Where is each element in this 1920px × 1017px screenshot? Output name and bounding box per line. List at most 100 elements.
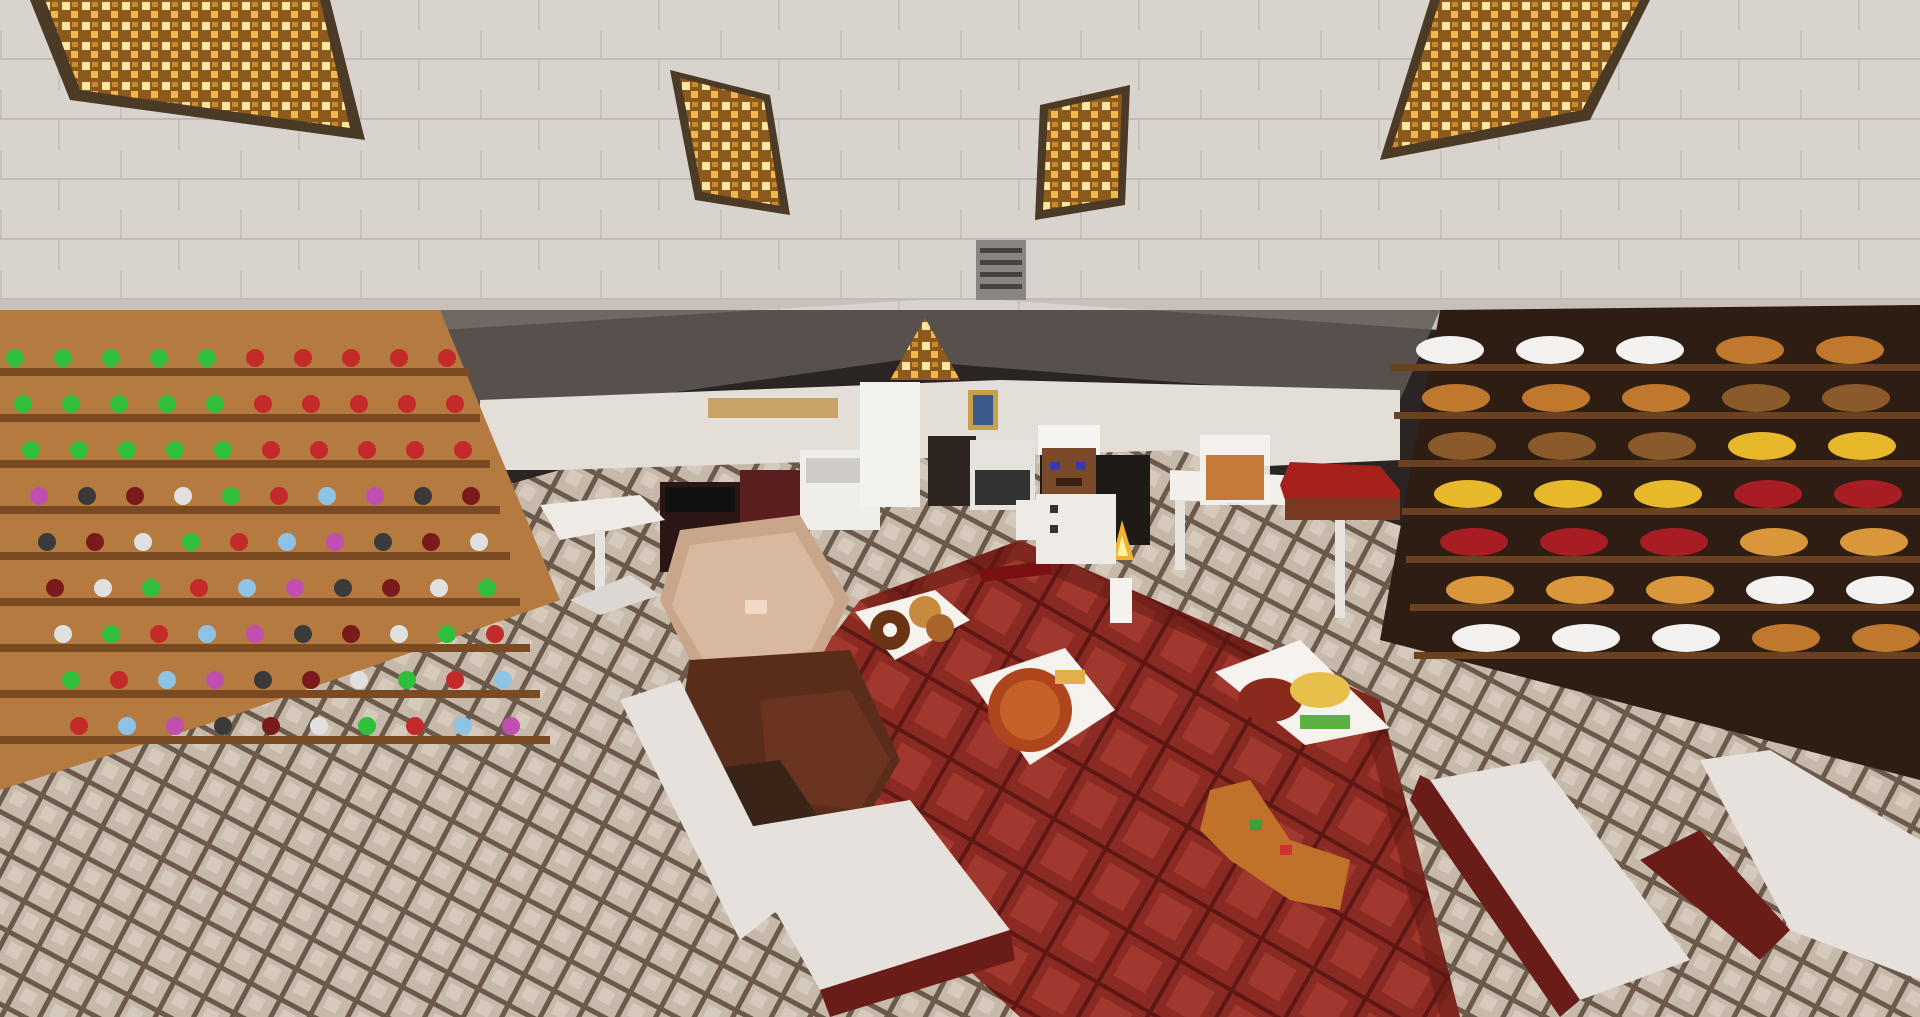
potion-bottle[interactable] bbox=[14, 395, 32, 413]
potion-bottle[interactable] bbox=[102, 349, 120, 367]
potion-bottle[interactable] bbox=[310, 717, 328, 735]
potion-bottle[interactable] bbox=[118, 717, 136, 735]
food-item[interactable] bbox=[1822, 384, 1890, 412]
food-item[interactable] bbox=[1434, 480, 1502, 508]
potion-bottle[interactable] bbox=[78, 487, 96, 505]
food-item[interactable] bbox=[1546, 576, 1614, 604]
food-item[interactable] bbox=[1728, 432, 1796, 460]
potion-bottle[interactable] bbox=[198, 625, 216, 643]
food-item[interactable] bbox=[1646, 576, 1714, 604]
potion-bottle[interactable] bbox=[246, 625, 264, 643]
food-item[interactable] bbox=[1640, 528, 1708, 556]
potion-bottle[interactable] bbox=[470, 533, 488, 551]
potion-bottle[interactable] bbox=[254, 395, 272, 413]
food-item[interactable] bbox=[1846, 576, 1914, 604]
potion-bottle[interactable] bbox=[454, 441, 472, 459]
potion-bottle[interactable] bbox=[110, 671, 128, 689]
food-item[interactable] bbox=[1734, 480, 1802, 508]
food-item[interactable] bbox=[1422, 384, 1490, 412]
food-item[interactable] bbox=[1622, 384, 1690, 412]
potion-bottle[interactable] bbox=[94, 579, 112, 597]
potion-bottle[interactable] bbox=[254, 671, 272, 689]
food-item[interactable] bbox=[1552, 624, 1620, 652]
potion-bottle[interactable] bbox=[30, 487, 48, 505]
potion-bottle[interactable] bbox=[462, 487, 480, 505]
potion-bottle[interactable] bbox=[318, 487, 336, 505]
food-item[interactable] bbox=[1840, 528, 1908, 556]
food-item[interactable] bbox=[1722, 384, 1790, 412]
potion-bottle[interactable] bbox=[182, 533, 200, 551]
potion-bottle[interactable] bbox=[398, 395, 416, 413]
food-item[interactable] bbox=[1740, 528, 1808, 556]
potion-bottle[interactable] bbox=[190, 579, 208, 597]
food-item[interactable] bbox=[1634, 480, 1702, 508]
potion-bottle[interactable] bbox=[406, 717, 424, 735]
potion-bottle[interactable] bbox=[262, 717, 280, 735]
potion-bottle[interactable] bbox=[206, 671, 224, 689]
potion-bottle[interactable] bbox=[110, 395, 128, 413]
potion-bottle[interactable] bbox=[438, 625, 456, 643]
potion-bottle[interactable] bbox=[54, 349, 72, 367]
potion-bottle[interactable] bbox=[454, 717, 472, 735]
potion-bottle[interactable] bbox=[166, 717, 184, 735]
potion-bottle[interactable] bbox=[222, 487, 240, 505]
potion-bottle[interactable] bbox=[382, 579, 400, 597]
potion-bottle[interactable] bbox=[342, 349, 360, 367]
potion-bottle[interactable] bbox=[342, 625, 360, 643]
potion-bottle[interactable] bbox=[126, 487, 144, 505]
food-item[interactable] bbox=[1528, 432, 1596, 460]
potion-bottle[interactable] bbox=[22, 441, 40, 459]
potion-bottle[interactable] bbox=[286, 579, 304, 597]
food-item[interactable] bbox=[1834, 480, 1902, 508]
potion-bottle[interactable] bbox=[142, 579, 160, 597]
potion-bottle[interactable] bbox=[62, 395, 80, 413]
potion-bottle[interactable] bbox=[230, 533, 248, 551]
potion-bottle[interactable] bbox=[446, 395, 464, 413]
potion-bottle[interactable] bbox=[358, 717, 376, 735]
food-item[interactable] bbox=[1452, 624, 1520, 652]
potion-bottle[interactable] bbox=[158, 671, 176, 689]
potion-bottle[interactable] bbox=[86, 533, 104, 551]
potion-bottle[interactable] bbox=[118, 441, 136, 459]
potion-bottle[interactable] bbox=[406, 441, 424, 459]
potion-bottle[interactable] bbox=[150, 349, 168, 367]
potion-bottle[interactable] bbox=[262, 441, 280, 459]
potion-bottle[interactable] bbox=[294, 349, 312, 367]
food-item[interactable] bbox=[1828, 432, 1896, 460]
potion-bottle[interactable] bbox=[6, 349, 24, 367]
potion-bottle[interactable] bbox=[422, 533, 440, 551]
potion-bottle[interactable] bbox=[334, 579, 352, 597]
potion-bottle[interactable] bbox=[150, 625, 168, 643]
potion-bottle[interactable] bbox=[294, 625, 312, 643]
potion-bottle[interactable] bbox=[350, 671, 368, 689]
potion-bottle[interactable] bbox=[54, 625, 72, 643]
potion-bottle[interactable] bbox=[206, 395, 224, 413]
potion-bottle[interactable] bbox=[326, 533, 344, 551]
potion-bottle[interactable] bbox=[438, 349, 456, 367]
food-item[interactable] bbox=[1540, 528, 1608, 556]
potion-bottle[interactable] bbox=[398, 671, 416, 689]
potion-bottle[interactable] bbox=[70, 717, 88, 735]
food-item[interactable] bbox=[1716, 336, 1784, 364]
potion-bottle[interactable] bbox=[374, 533, 392, 551]
food-item[interactable] bbox=[1746, 576, 1814, 604]
potion-bottle[interactable] bbox=[310, 441, 328, 459]
potion-bottle[interactable] bbox=[102, 625, 120, 643]
food-item[interactable] bbox=[1440, 528, 1508, 556]
potion-bottle[interactable] bbox=[46, 579, 64, 597]
potion-bottle[interactable] bbox=[502, 717, 520, 735]
potion-bottle[interactable] bbox=[158, 395, 176, 413]
potion-bottle[interactable] bbox=[414, 487, 432, 505]
food-item[interactable] bbox=[1534, 480, 1602, 508]
food-item[interactable] bbox=[1416, 336, 1484, 364]
food-item[interactable] bbox=[1446, 576, 1514, 604]
potion-bottle[interactable] bbox=[38, 533, 56, 551]
potion-bottle[interactable] bbox=[390, 625, 408, 643]
potion-bottle[interactable] bbox=[214, 717, 232, 735]
potion-bottle[interactable] bbox=[62, 671, 80, 689]
potion-bottle[interactable] bbox=[350, 395, 368, 413]
food-item[interactable] bbox=[1628, 432, 1696, 460]
food-item[interactable] bbox=[1516, 336, 1584, 364]
potion-bottle[interactable] bbox=[174, 487, 192, 505]
potion-bottle[interactable] bbox=[358, 441, 376, 459]
